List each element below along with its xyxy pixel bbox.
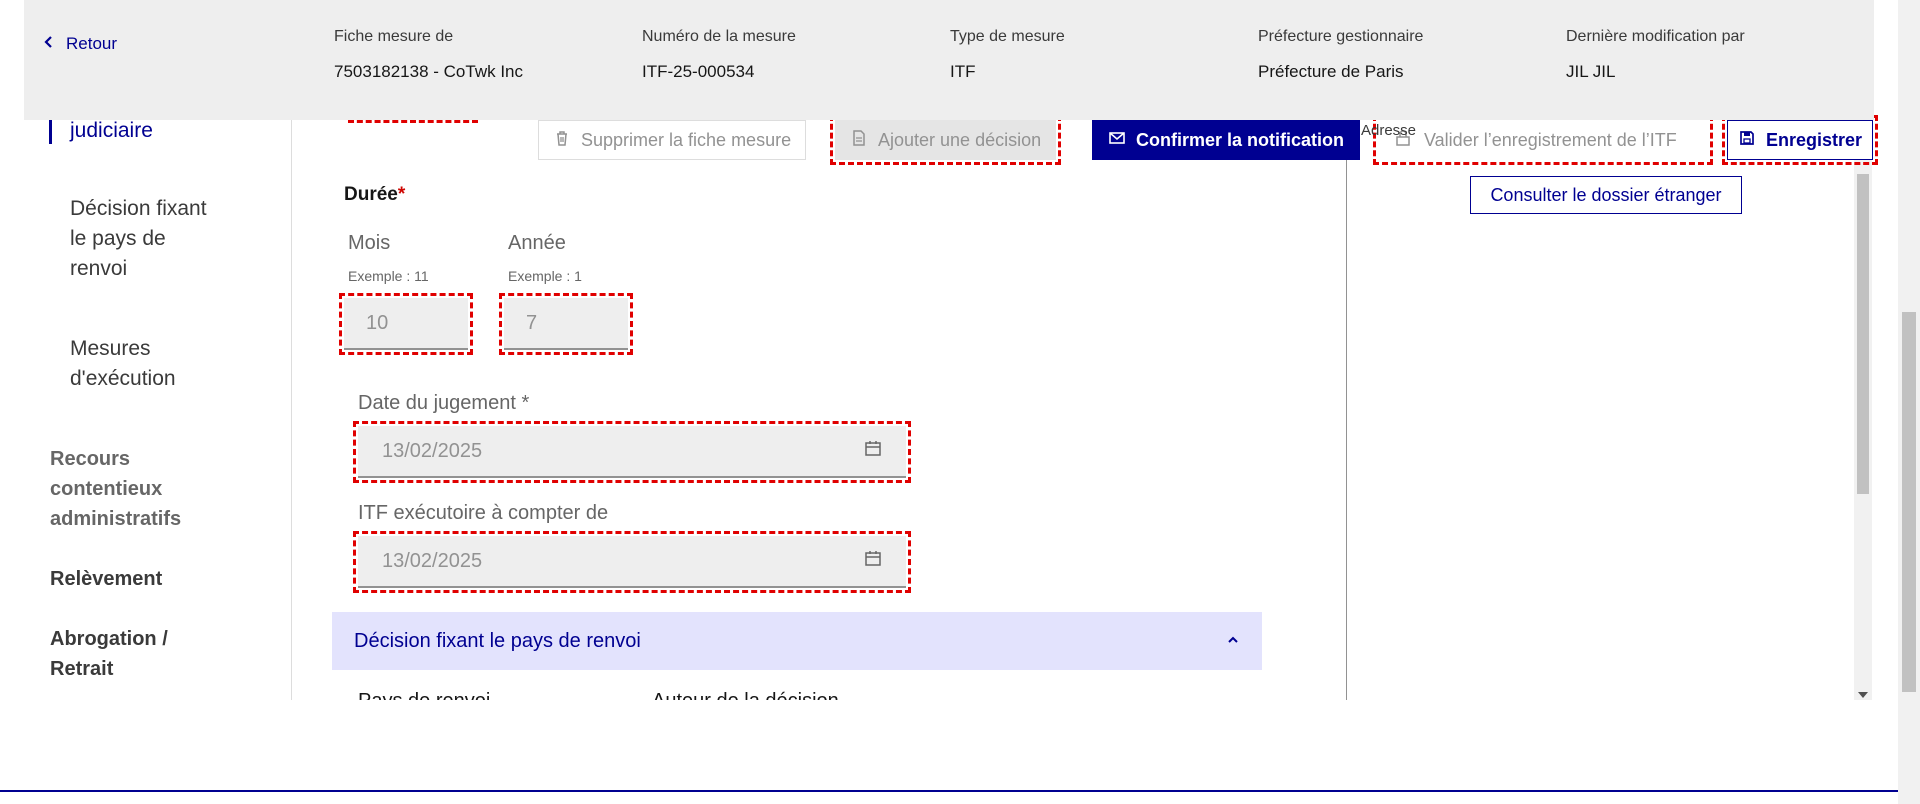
meta-type: Type de mesure ITF — [950, 28, 1065, 82]
confirm-notification-label: Confirmer la notification — [1135, 129, 1344, 150]
date-jugement-input[interactable]: 13/02/2025 — [353, 421, 911, 483]
adresse-label: Adresse — [1361, 122, 1417, 139]
sidebar-item-pays-renvoi[interactable]: Décision fixant le pays de renvoi — [70, 194, 220, 284]
inner-scrollbar-thumb[interactable] — [1857, 174, 1869, 494]
calendar-icon[interactable] — [864, 439, 882, 463]
sidebar-item-judiciaire[interactable]: judiciaire — [70, 120, 153, 146]
main-form: Supprimer la fiche mesure Ajouter une dé… — [292, 120, 1346, 700]
active-indicator — [49, 120, 52, 144]
annee-label: Année — [508, 232, 566, 254]
meta-label: Préfecture gestionnaire — [1258, 28, 1424, 45]
footer-divider — [0, 790, 1898, 792]
sidebar-item-mesures-execution[interactable]: Mesures d'exécution — [70, 334, 220, 394]
confirm-notification-button[interactable]: Confirmer la notification — [1092, 120, 1360, 160]
itf-executoire-label: ITF exécutoire à compter de — [358, 502, 609, 524]
document-icon — [850, 129, 868, 152]
meta-prefecture: Préfecture gestionnaire Préfecture de Pa… — [1258, 28, 1423, 82]
save-label: Enregistrer — [1765, 129, 1863, 150]
back-link[interactable]: Retour — [42, 34, 117, 54]
dashed-marker — [348, 120, 478, 123]
calendar-icon[interactable] — [864, 549, 882, 573]
meta-value: JIL JIL — [1566, 62, 1616, 81]
sidebar-item-recours[interactable]: Recours contentieux administratifs — [50, 444, 220, 534]
accordion-title: Décision fixant le pays de renvoi — [354, 629, 641, 652]
mois-input[interactable]: 10 — [339, 293, 473, 355]
annee-hint: Exemple : 1 — [508, 268, 582, 284]
meta-label: Type de mesure — [950, 28, 1065, 45]
page-scrollbar[interactable] — [1898, 0, 1920, 804]
meta-label: Dernière modification par — [1566, 28, 1745, 45]
delete-fiche-button[interactable]: Supprimer la fiche mesure — [538, 120, 807, 160]
meta-label: Fiche mesure de — [334, 28, 454, 45]
validate-itf-label: Valider l’enregistrement de l’ITF — [1424, 129, 1677, 150]
mois-label: Mois — [348, 232, 391, 254]
consult-dossier-button[interactable]: Consulter le dossier étranger — [1470, 176, 1742, 214]
page-scrollbar-thumb[interactable] — [1902, 312, 1916, 692]
meta-label: Numéro de la mesure — [642, 28, 796, 45]
meta-value: ITF — [950, 62, 976, 81]
save-button[interactable]: Enregistrer — [1722, 115, 1878, 165]
meta-fiche: Fiche mesure de 7503182138 - CoTwk Inc — [334, 28, 523, 82]
date-jugement-value: 13/02/2025 — [382, 439, 483, 462]
mail-icon — [1108, 129, 1126, 152]
add-decision-button[interactable]: Ajouter une décision — [829, 120, 1062, 165]
duree-title: Durée* — [344, 184, 406, 205]
measure-header: Retour Fiche mesure de 7503182138 - CoTw… — [24, 0, 1874, 120]
accordion-pays-renvoi[interactable]: Décision fixant le pays de renvoi — [332, 612, 1262, 670]
sidebar-nav: judiciaire Décision fixant le pays de re… — [0, 120, 292, 700]
itf-executoire-value: 13/02/2025 — [382, 549, 483, 572]
back-label: Retour — [66, 34, 118, 53]
meta-derniere-modif: Dernière modification par JIL JIL — [1566, 28, 1745, 82]
meta-value: ITF-25-000534 — [642, 62, 755, 81]
date-jugement-label: Date du jugement * — [358, 392, 530, 414]
auteur-decision-label: Auteur de la décision — [652, 690, 839, 700]
inner-scrollbar[interactable] — [1854, 160, 1872, 700]
sidebar-item-relevement[interactable]: Relèvement — [50, 564, 220, 594]
itf-executoire-input[interactable]: 13/02/2025 — [353, 531, 911, 593]
chevron-left-icon — [42, 34, 56, 54]
trash-icon — [553, 129, 571, 152]
save-icon — [1738, 129, 1756, 152]
annee-input[interactable]: 7 — [499, 293, 633, 355]
pays-renvoi-label: Pays de renvoi — [358, 690, 490, 700]
meta-numero: Numéro de la mesure ITF-25-000534 — [642, 28, 796, 82]
panel-divider — [1346, 160, 1347, 700]
validate-itf-button[interactable]: Valider l’enregistrement de l’ITF — [1373, 115, 1713, 165]
scroll-down-arrow-icon[interactable] — [1858, 692, 1868, 698]
meta-value: Préfecture de Paris — [1258, 62, 1404, 81]
meta-value: 7503182138 - CoTwk Inc — [334, 62, 524, 81]
required-mark: * — [397, 184, 406, 205]
chevron-up-icon — [1226, 630, 1240, 653]
mois-hint: Exemple : 11 — [348, 268, 429, 284]
sidebar-item-abrogation[interactable]: Abrogation / Retrait — [50, 624, 200, 684]
add-decision-label: Ajouter une décision — [878, 129, 1042, 150]
delete-fiche-label: Supprimer la fiche mesure — [581, 129, 792, 150]
